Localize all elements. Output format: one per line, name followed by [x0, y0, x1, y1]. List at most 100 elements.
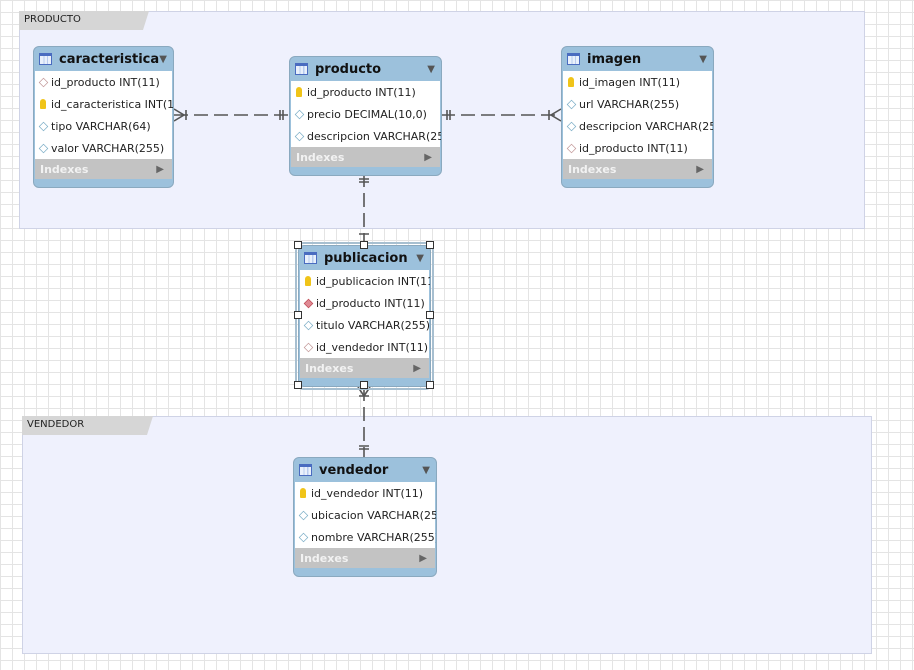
collapse-arrow-icon[interactable]: ▼ — [427, 64, 435, 75]
column-text: valor VARCHAR(255) — [51, 141, 165, 155]
column-text: id_producto INT(11) — [579, 141, 688, 155]
table-name: vendedor — [319, 462, 389, 478]
column-text: id_producto INT(11) — [307, 85, 416, 99]
column-text: id_producto INT(11) — [51, 75, 160, 89]
key-icon — [40, 99, 46, 109]
key-icon — [568, 77, 574, 87]
key-icon — [296, 87, 302, 97]
column-text: tipo VARCHAR(64) — [51, 119, 151, 133]
resize-handle[interactable] — [426, 241, 434, 249]
expand-arrow-icon[interactable]: ▶ — [424, 152, 432, 163]
table-name: caracteristica — [59, 51, 160, 67]
column-row[interactable]: nombre VARCHAR(255) — [295, 526, 436, 548]
diamond-icon — [38, 121, 49, 131]
table-vendedor[interactable]: vendedor ▼ id_vendedor INT(11) ubicacion VA… — [293, 457, 437, 577]
table-icon — [299, 464, 312, 476]
table-header[interactable]: producto ▼ — [290, 57, 441, 81]
table-name: imagen — [587, 51, 642, 67]
indexes-section[interactable]: Indexes ▶ — [35, 159, 172, 179]
indexes-label: Indexes — [300, 551, 349, 565]
resize-handle[interactable] — [294, 311, 302, 319]
table-header[interactable]: vendedor ▼ — [294, 458, 436, 482]
column-row[interactable]: id_publicacion INT(11) — [300, 270, 431, 292]
resize-handle[interactable] — [294, 241, 302, 249]
table-header[interactable]: imagen ▼ — [562, 47, 713, 71]
column-text: id_vendedor INT(11) — [316, 340, 429, 354]
column-row[interactable]: url VARCHAR(255) — [563, 93, 712, 115]
column-row[interactable]: id_producto INT(11) — [300, 292, 429, 314]
fk-diamond-icon — [566, 143, 577, 153]
column-text: titulo VARCHAR(255) — [316, 318, 431, 332]
resize-handle[interactable] — [360, 241, 368, 249]
diamond-icon — [294, 131, 305, 141]
collapse-arrow-icon[interactable]: ▼ — [422, 465, 430, 476]
expand-arrow-icon[interactable]: ▶ — [419, 553, 427, 564]
indexes-section[interactable]: Indexes ▶ — [295, 548, 435, 568]
column-row[interactable]: descripcion VARCHAR(255) — [563, 115, 714, 137]
table-imagen[interactable]: imagen ▼ id_imagen INT(11) url VARCHAR(255)… — [561, 46, 714, 188]
table-icon — [295, 63, 308, 75]
column-text: url VARCHAR(255) — [579, 97, 680, 111]
column-text: descripcion VARCHAR(255) — [307, 129, 442, 143]
indexes-section[interactable]: Indexes ▶ — [300, 358, 429, 378]
table-name: producto — [315, 61, 382, 77]
collapse-arrow-icon[interactable]: ▼ — [416, 253, 424, 264]
expand-arrow-icon[interactable]: ▶ — [696, 164, 704, 175]
column-text: precio DECIMAL(10,0) — [307, 107, 427, 121]
table-header[interactable]: caracteristica ▼ — [34, 47, 173, 71]
column-text: ubicacion VARCHAR(255) — [311, 508, 437, 522]
column-text: id_publicacion INT(11) — [316, 274, 431, 288]
diamond-icon — [298, 532, 309, 542]
column-row[interactable]: id_imagen INT(11) — [563, 71, 712, 93]
column-text: id_caracteristica INT(11) — [51, 97, 174, 111]
column-row[interactable]: valor VARCHAR(255) — [35, 137, 172, 159]
diamond-icon — [298, 510, 309, 520]
column-row[interactable]: ubicacion VARCHAR(255) — [295, 504, 437, 526]
column-row[interactable]: tipo VARCHAR(64) — [35, 115, 172, 137]
column-text: id_imagen INT(11) — [579, 75, 681, 89]
table-name: publicacion — [324, 250, 408, 266]
resize-handle[interactable] — [294, 381, 302, 389]
collapse-arrow-icon[interactable]: ▼ — [699, 54, 707, 65]
diamond-icon — [303, 320, 314, 330]
fk-diamond-icon — [303, 342, 314, 352]
diamond-icon — [38, 143, 49, 153]
indexes-label: Indexes — [305, 361, 354, 375]
indexes-label: Indexes — [568, 162, 617, 176]
indexes-label: Indexes — [296, 150, 345, 164]
column-row[interactable]: descripcion VARCHAR(255) — [291, 125, 442, 147]
column-row[interactable]: precio DECIMAL(10,0) — [291, 103, 440, 125]
table-header[interactable]: publicacion ▼ — [299, 246, 430, 270]
column-row[interactable]: id_producto INT(11) — [563, 137, 712, 159]
table-icon — [567, 53, 580, 65]
column-text: descripcion VARCHAR(255) — [579, 119, 714, 133]
resize-handle[interactable] — [426, 311, 434, 319]
column-row[interactable]: id_caracteristica INT(11) — [35, 93, 174, 115]
table-icon — [304, 252, 317, 264]
table-publicacion[interactable]: publicacion ▼ id_publicacion INT(11) id_pro… — [295, 242, 434, 390]
column-text: id_vendedor INT(11) — [311, 486, 424, 500]
table-producto[interactable]: producto ▼ id_producto INT(11) precio DECIM… — [289, 56, 442, 176]
column-text: id_producto INT(11) — [316, 296, 425, 310]
resize-handle[interactable] — [426, 381, 434, 389]
collapse-arrow-icon[interactable]: ▼ — [159, 54, 167, 65]
diamond-icon — [294, 109, 305, 119]
column-row[interactable]: titulo VARCHAR(255) — [300, 314, 431, 336]
diamond-icon — [566, 99, 577, 109]
fk-diamond-icon — [38, 77, 49, 87]
indexes-section[interactable]: Indexes ▶ — [563, 159, 712, 179]
column-row[interactable]: id_vendedor INT(11) — [300, 336, 429, 358]
column-row[interactable]: id_vendedor INT(11) — [295, 482, 435, 504]
key-icon — [300, 488, 306, 498]
expand-arrow-icon[interactable]: ▶ — [156, 164, 164, 175]
expand-arrow-icon[interactable]: ▶ — [413, 363, 421, 374]
column-row[interactable]: id_producto INT(11) — [35, 71, 172, 93]
column-row[interactable]: id_producto INT(11) — [291, 81, 440, 103]
fk-filled-diamond-icon — [303, 298, 314, 308]
column-list: id_publicacion INT(11) id_producto INT(11… — [300, 270, 431, 358]
resize-handle[interactable] — [360, 381, 368, 389]
column-list: id_imagen INT(11) url VARCHAR(255) descrip… — [563, 71, 714, 159]
indexes-section[interactable]: Indexes ▶ — [291, 147, 440, 167]
table-caracteristica[interactable]: caracteristica ▼ id_producto INT(11) id_car… — [33, 46, 174, 188]
diamond-icon — [566, 121, 577, 131]
